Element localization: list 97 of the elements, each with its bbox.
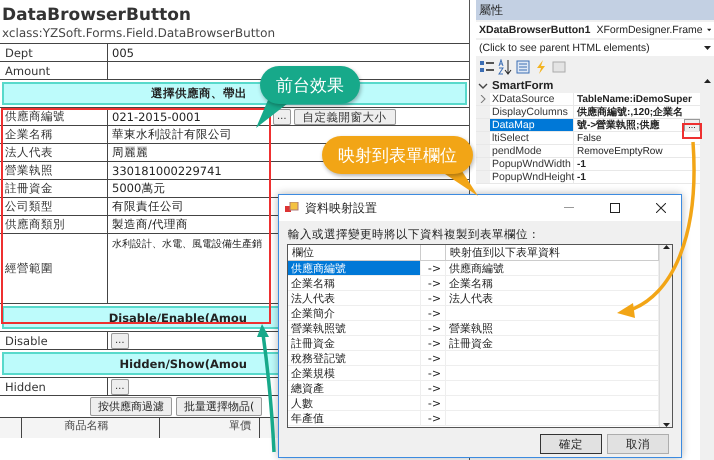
property-name[interactable]: ltiSelect [490,132,574,144]
column-header: 欄位 [288,245,421,260]
table-cell: -> [421,291,446,305]
ok-button[interactable]: 確定 [540,434,602,454]
field-label: Hidden [0,378,108,395]
property-value: -1 [576,171,587,183]
field-label: 經營範圍 [0,234,108,303]
field-value: 水利設計、水電、風電設備生產銷 [112,238,262,251]
property-name[interactable]: DisplayColumns [490,106,574,118]
sort-alphabetical-icon[interactable] [497,59,513,75]
table-cell: -> [421,366,446,380]
table-cell[interactable]: 總資產 [288,381,421,395]
field-label: 供應商類別 [0,216,108,233]
property-value: TableName:iDemoSuper [576,93,693,105]
scroll-up-icon[interactable] [662,245,670,249]
property-value: 供應商編號:,120;企業名 [576,106,684,118]
field-label: Amount [0,62,108,79]
field-value: 製造商/代理商 [112,217,188,232]
cancel-button[interactable]: 取消 [607,434,669,454]
property-name[interactable]: DataMap [490,119,574,131]
panel-title: 屬性 [476,0,714,20]
categorized-icon[interactable] [479,59,495,75]
field-value: 330181000229741 [112,164,222,178]
table-cell[interactable]: 企業簡介 [288,306,421,320]
field-label: 供應商編號 [0,108,108,125]
highlight-frame [682,123,702,139]
category-name: SmartForm [492,80,554,92]
browse-button[interactable]: ... [111,332,129,348]
field-value: 華東水利設計有限公司 [112,127,232,142]
field-label: Dept [0,44,108,61]
dropdown-arrow-icon[interactable] [706,28,711,32]
column-header: 商品名稱 [22,418,160,438]
table-cell: -> [421,381,446,395]
table-cell[interactable]: 營業執照號 [288,321,421,335]
table-cell: -> [421,276,446,290]
table-cell: -> [421,411,446,425]
field-value: 5000萬元 [112,181,166,196]
section-title: Hidden/Show(Amou [120,356,247,370]
property-value: -1 [576,158,587,170]
field-value: 021-2015-0001 [112,110,201,124]
property-value: 號->營業執照;供應 [576,119,660,131]
table-cell[interactable]: 法人代表 [288,291,421,305]
field-label: 公司類型 [0,198,108,215]
table-cell[interactable]: 人數 [288,396,421,410]
form-subtitle: xclass:YZSoft.Forms.Field.DataBrowserButton [2,26,276,41]
object-selector[interactable]: XDataBrowserButton1 XFormDesigner.Frame [476,22,714,38]
table-cell: -> [421,336,446,350]
minimize-icon[interactable] [564,207,574,209]
app-icon [285,202,299,214]
table-cell: -> [421,306,446,320]
field-value: 005 [112,46,134,60]
property-name[interactable]: PopupWndHeight [490,171,574,183]
property-name[interactable]: PopupWndWidth [490,158,574,170]
property-value: False [576,132,602,144]
close-icon[interactable] [656,203,666,213]
field-value: 周麗麗 [112,145,148,160]
table-cell[interactable]: 企業名稱 [288,276,421,290]
table-cell[interactable]: 稅務登記號 [288,351,421,365]
chevron-icon[interactable] [480,95,486,103]
parent-selector[interactable]: (Click to see parent HTML elements) [476,40,714,56]
field-label: Disable [0,332,108,349]
field-label: 法人代表 [0,144,108,161]
table-cell: -> [421,396,446,410]
section-title: Disable/Enable(Amou [108,310,247,324]
dialog-title: 資料映射設置 [305,200,378,216]
browse-button[interactable]: ... [273,108,291,124]
scrollbar[interactable] [659,245,672,427]
field-value: 有限責任公司 [112,199,184,214]
scroll-down-icon[interactable] [662,423,670,427]
field-label: 企業名稱 [0,126,108,143]
dropdown-arrow-icon[interactable] [704,46,711,50]
table-cell[interactable]: 註冊資金 [288,336,421,350]
action-button[interactable]: 按供應商過濾 [90,397,172,416]
properties-icon[interactable] [515,59,531,75]
browse-button[interactable]: ... [111,378,129,394]
dialog-prompt: 輸入或選擇變更時將以下資料複製到表單欄位： [288,227,541,242]
table-cell[interactable]: 年產值 [288,411,421,425]
property-name[interactable]: pendMode [490,145,574,157]
chevron-icon[interactable] [478,82,488,90]
table-cell: -> [421,351,446,365]
maximize-icon[interactable] [610,203,620,213]
scroll-up-icon[interactable] [704,79,710,83]
action-button[interactable]: 批量選擇物品( [176,397,262,416]
category-row[interactable]: SmartForm [476,79,700,93]
form-title: DataBrowserButton [2,4,192,26]
property-name[interactable]: XDataSource [490,93,574,105]
table-cell: -> [421,261,446,275]
table-cell: -> [421,321,446,335]
field-label: 註冊資金 [0,180,108,197]
table-cell[interactable]: 企業規模 [288,366,421,380]
popup-size-button[interactable]: 自定義開窗大小 [294,108,396,124]
property-value: RemoveEmptyRow [576,145,664,157]
table-cell[interactable]: 供應商編號 [288,261,421,275]
column-header: 單價 [160,418,260,438]
field-label: 營業執照 [0,162,108,179]
scrollbar[interactable] [700,79,714,460]
section-title: 選擇供應商、帶出 [151,86,247,101]
